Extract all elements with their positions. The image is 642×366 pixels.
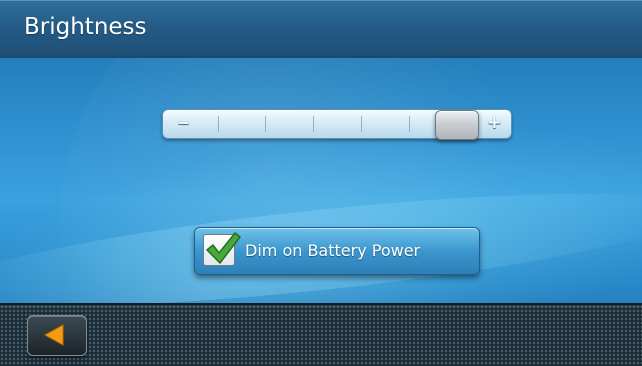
slider-tick bbox=[409, 116, 410, 132]
checkbox[interactable] bbox=[203, 232, 241, 266]
slider-tick bbox=[218, 116, 219, 132]
slider-tick bbox=[361, 116, 362, 132]
back-button[interactable] bbox=[27, 315, 87, 356]
slider-tick bbox=[313, 116, 314, 132]
checkmark-icon bbox=[206, 232, 241, 264]
slider-tick bbox=[265, 116, 266, 132]
brightness-slider[interactable]: − + bbox=[162, 109, 512, 140]
increase-brightness-button[interactable]: + bbox=[487, 112, 502, 133]
dim-on-battery-label: Dim on Battery Power bbox=[245, 241, 421, 260]
dim-on-battery-toggle[interactable]: Dim on Battery Power bbox=[194, 227, 480, 275]
decrease-brightness-button[interactable]: − bbox=[177, 113, 190, 132]
back-arrow-icon bbox=[43, 324, 64, 346]
bottom-bar bbox=[0, 303, 642, 366]
page-title: Brightness bbox=[24, 14, 147, 40]
brightness-slider-handle[interactable] bbox=[435, 110, 479, 140]
title-bar: Brightness bbox=[0, 0, 642, 58]
